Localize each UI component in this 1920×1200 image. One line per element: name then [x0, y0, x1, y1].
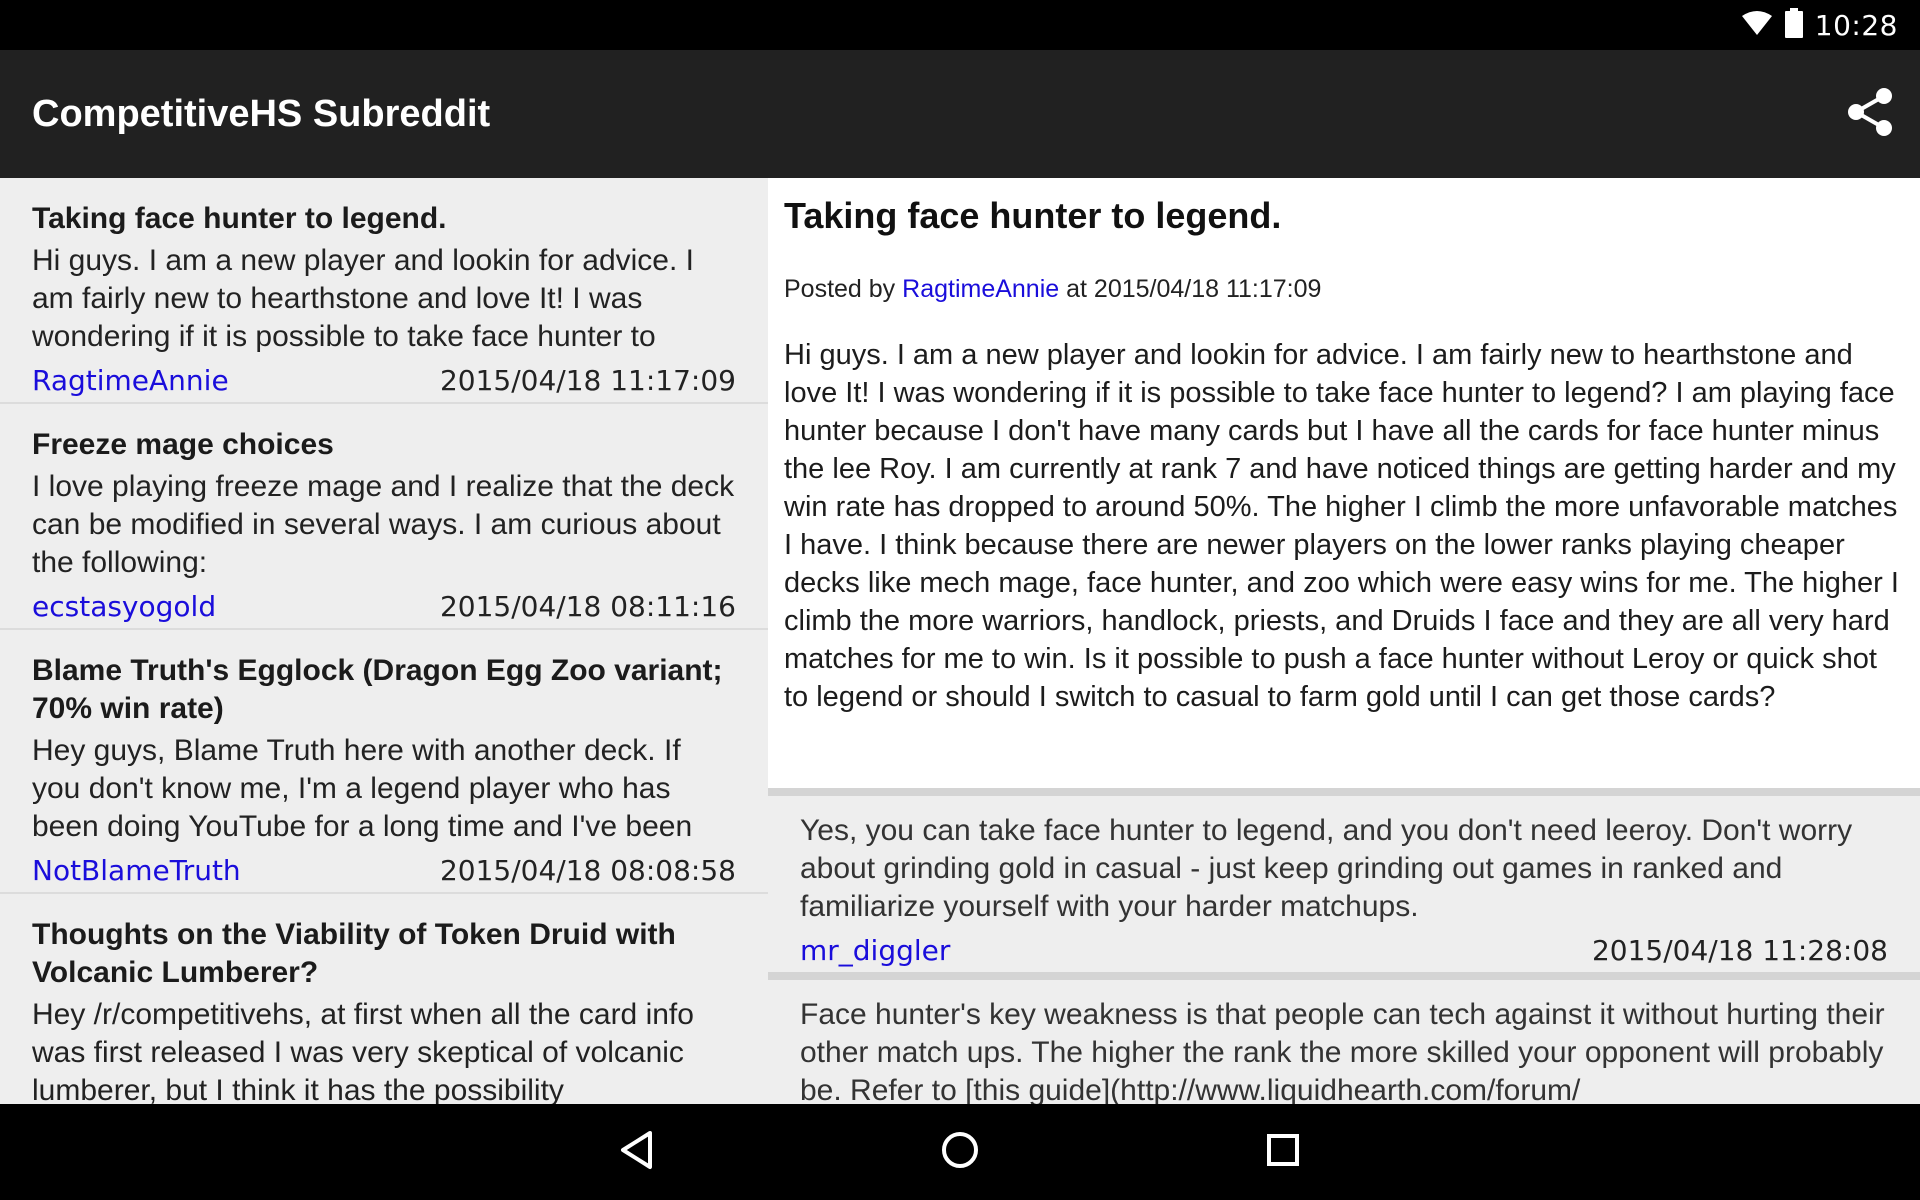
detail-body: Hi guys. I am a new player and lookin fo…	[784, 339, 1899, 713]
app-title: CompetitiveHS Subreddit	[32, 93, 491, 135]
detail-byline: Posted by RagtimeAnnie at 2015/04/18 11:…	[768, 238, 1920, 306]
back-button[interactable]	[608, 1124, 664, 1180]
comment-text: Face hunter's key weakness is that peopl…	[800, 998, 1885, 1104]
status-bar: 10:28	[0, 0, 1920, 50]
status-icons: 10:28	[1741, 0, 1898, 50]
nav-bar	[0, 1104, 1920, 1200]
comment-item[interactable]: Yes, you can take face hunter to legend,…	[768, 788, 1920, 972]
home-button[interactable]	[932, 1124, 988, 1180]
comments-list[interactable]: Yes, you can take face hunter to legend,…	[768, 788, 1920, 1104]
post-author[interactable]: NotBlameTruth	[32, 854, 241, 887]
post-excerpt: Hey /r/competitivehs, at first when all …	[32, 998, 694, 1104]
post-author[interactable]: ecstasyogold	[32, 590, 216, 623]
battery-icon	[1784, 7, 1803, 43]
post-excerpt: I love playing freeze mage and I realize…	[32, 470, 735, 579]
share-icon	[1844, 86, 1896, 143]
post-excerpt: Hi guys. I am a new player and lookin fo…	[32, 244, 694, 353]
detail-title: Taking face hunter to legend.	[784, 195, 1282, 236]
post-date: 2015/04/18 08:11:16	[439, 589, 736, 623]
post-detail[interactable]: Taking face hunter to legend. Posted by …	[768, 178, 1920, 1104]
content: Taking face hunter to legend. Hi guys. I…	[0, 178, 1920, 1104]
post-title: Taking face hunter to legend.	[32, 202, 447, 235]
post-title: Thoughts on the Viability of Token Druid…	[32, 918, 676, 989]
post-date: 2015/04/18 11:17:09	[439, 363, 736, 397]
post-title: Blame Truth's Egglock (Dragon Egg Zoo va…	[32, 654, 723, 725]
post-item[interactable]: Thoughts on the Viability of Token Druid…	[0, 894, 768, 1104]
post-list[interactable]: Taking face hunter to legend. Hi guys. I…	[0, 178, 768, 1104]
post-excerpt: Hey guys, Blame Truth here with another …	[32, 734, 693, 843]
share-button[interactable]	[1842, 86, 1898, 142]
post-meta: RagtimeAnnie 2015/04/18 11:17:09	[32, 358, 736, 402]
comment-author[interactable]: mr_diggler	[800, 934, 950, 967]
post-author[interactable]: RagtimeAnnie	[32, 364, 229, 397]
posted-by-label: Posted by	[784, 275, 903, 303]
comment-item[interactable]: Face hunter's key weakness is that peopl…	[768, 972, 1920, 1104]
post-meta: ecstasyogold 2015/04/18 08:11:16	[32, 584, 736, 628]
post-item[interactable]: Blame Truth's Egglock (Dragon Egg Zoo va…	[0, 630, 768, 894]
comment-text: Yes, you can take face hunter to legend,…	[800, 814, 1853, 923]
status-time: 10:28	[1814, 8, 1898, 42]
post-title: Freeze mage choices	[32, 428, 334, 461]
post-item[interactable]: Taking face hunter to legend. Hi guys. I…	[0, 178, 768, 404]
app-bar: CompetitiveHS Subreddit	[0, 50, 1920, 178]
home-icon	[940, 1130, 980, 1175]
comment-meta: mr_diggler 2015/04/18 11:28:08	[800, 928, 1888, 972]
detail-timestamp: at 2015/04/18 11:17:09	[1059, 275, 1322, 303]
post-meta: NotBlameTruth 2015/04/18 08:08:58	[32, 848, 736, 892]
detail-author-link[interactable]: RagtimeAnnie	[902, 275, 1059, 303]
recents-icon	[1265, 1132, 1301, 1173]
post-item[interactable]: Freeze mage choices I love playing freez…	[0, 404, 768, 630]
post-date: 2015/04/18 08:08:58	[439, 853, 736, 887]
recents-button[interactable]	[1255, 1124, 1311, 1180]
wifi-icon	[1741, 10, 1773, 41]
back-icon	[618, 1130, 654, 1175]
comment-date: 2015/04/18 11:28:08	[1591, 933, 1888, 967]
